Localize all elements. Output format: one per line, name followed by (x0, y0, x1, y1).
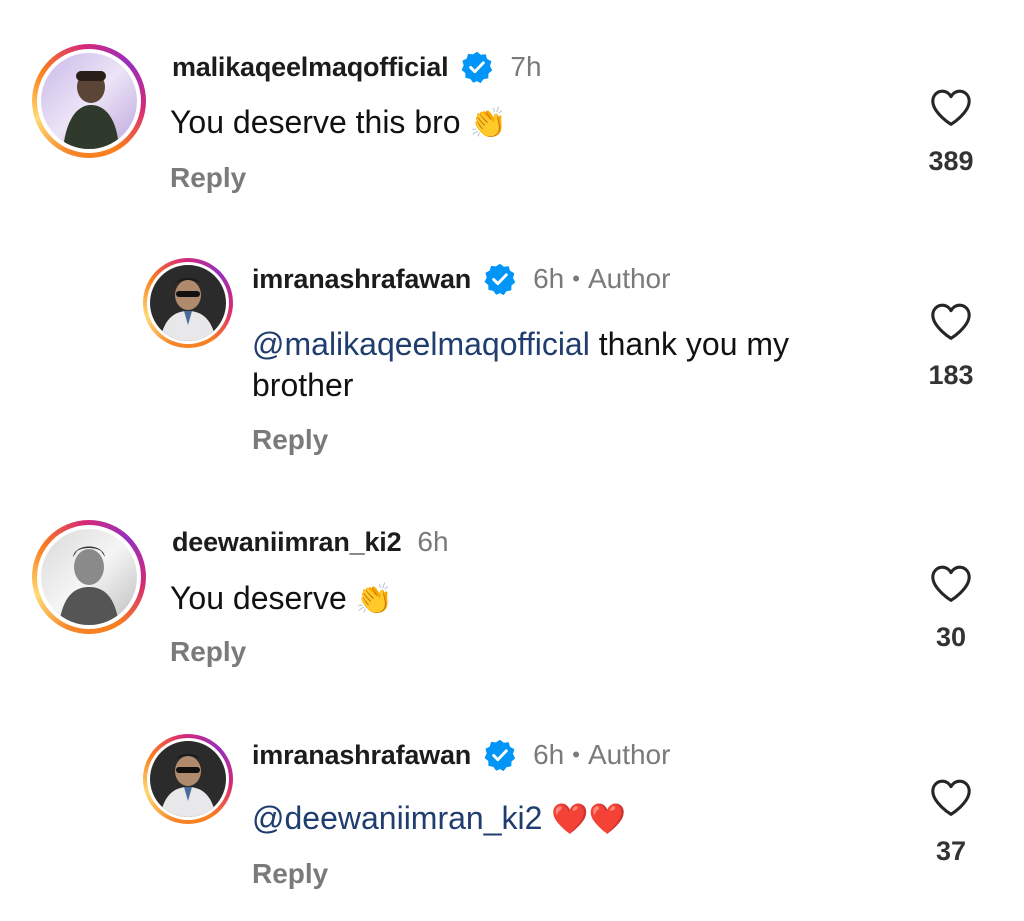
heart-outline-icon[interactable] (929, 778, 973, 818)
heart-outline-icon[interactable] (929, 564, 973, 604)
comment-text: You deserve this bro 👏 (170, 104, 507, 141)
avatar[interactable] (32, 520, 146, 634)
author-label: Author (587, 263, 671, 294)
reply-button[interactable]: Reply (170, 636, 246, 668)
reply-button[interactable]: Reply (170, 162, 246, 194)
comment-text: @malikaqeelmaqofficial thank you my brot… (252, 326, 790, 403)
comment-item: malikaqeelmaqofficial 7h You deserve thi… (0, 0, 1024, 220)
mention-link[interactable]: @deewaniimran_ki2 (252, 800, 542, 836)
avatar[interactable] (143, 258, 233, 348)
separator-dot: • (572, 266, 580, 291)
reply-button[interactable]: Reply (252, 858, 328, 890)
mention-link[interactable]: @malikaqeelmaqofficial (252, 326, 590, 362)
like-count: 37 (935, 836, 967, 866)
clapping-hands-emoji: 👏 (469, 106, 507, 141)
avatar[interactable] (143, 734, 233, 824)
reply-comment-item: imranashrafawan 6h • Author @malikaqeelm… (0, 220, 1024, 480)
comment-text: You deserve 👏 (170, 580, 393, 617)
reply-button[interactable]: Reply (252, 424, 328, 456)
comment-text: @deewaniimran_ki2 ❤️❤️ (252, 798, 626, 840)
username[interactable]: malikaqeelmaqofficial (172, 52, 449, 83)
timestamp: 6h (533, 739, 565, 770)
like-count: 30 (935, 622, 967, 652)
username[interactable]: deewaniimran_ki2 (172, 527, 402, 558)
avatar[interactable] (32, 44, 146, 158)
timestamp: 7h (510, 51, 542, 82)
heart-outline-icon[interactable] (929, 302, 973, 342)
verified-badge-icon (484, 739, 516, 772)
verified-badge-icon (461, 51, 493, 84)
like-count: 389 (928, 146, 974, 176)
author-label: Author (587, 739, 671, 770)
like-count: 183 (928, 360, 974, 390)
comment-item: deewaniimran_ki2 6h You deserve 👏 Reply … (0, 480, 1024, 700)
verified-badge-icon (484, 263, 516, 296)
red-heart-emoji: ❤️❤️ (551, 802, 627, 837)
username[interactable]: imranashrafawan (252, 740, 471, 771)
timestamp: 6h (533, 263, 565, 294)
separator-dot: • (572, 742, 580, 767)
username[interactable]: imranashrafawan (252, 264, 471, 295)
heart-outline-icon[interactable] (929, 88, 973, 128)
clapping-hands-emoji: 👏 (355, 582, 393, 617)
reply-comment-item: imranashrafawan 6h • Author @deewaniimra… (0, 700, 1024, 921)
timestamp: 6h (417, 526, 449, 557)
